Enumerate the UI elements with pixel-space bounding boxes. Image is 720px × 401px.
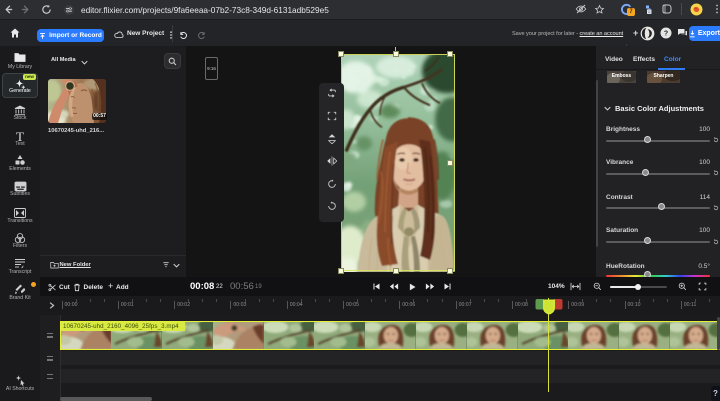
svg-text:?: ? [664,31,668,38]
